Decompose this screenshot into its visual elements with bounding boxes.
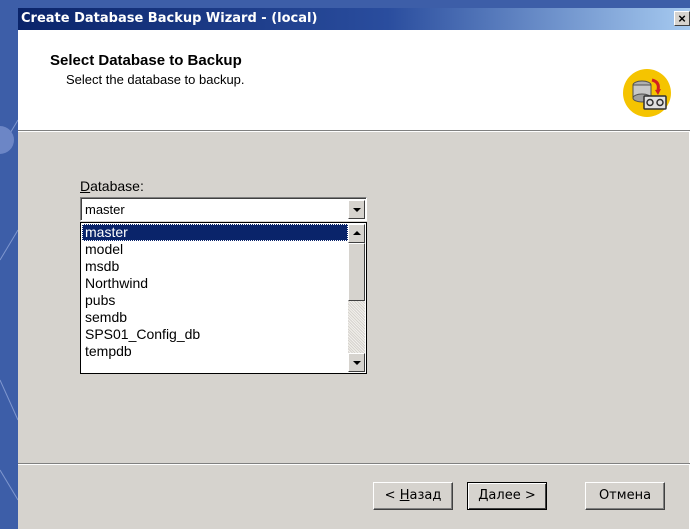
back-button[interactable]: < Назад [373,482,453,510]
scroll-thumb[interactable] [348,243,365,301]
back-button-prefix: < [384,488,400,503]
page-title: Select Database to Backup [50,52,242,69]
dropdown-option[interactable]: pubs [82,292,348,309]
next-button[interactable]: Далее > [467,482,547,510]
database-combobox[interactable]: master [80,197,367,221]
combobox-dropdown-button[interactable] [348,200,365,219]
scroll-up-button[interactable] [348,224,365,243]
next-button-accel: Д [478,488,489,503]
chevron-down-icon [353,208,361,212]
dropdown-option[interactable]: master [82,224,348,241]
wizard-header: Select Database to Backup Select the dat… [18,30,690,131]
database-combobox-value: master [85,202,125,217]
database-label-rest: atabase: [90,178,144,194]
database-dropdown-list[interactable]: master model msdb Northwind pubs semdb SPS01_C… [80,222,367,374]
scroll-down-button[interactable] [348,353,365,372]
close-icon: × [678,11,686,26]
wizard-window: Create Database Backup Wizard - (local) … [18,8,690,529]
dropdown-option[interactable]: semdb [82,309,348,326]
dropdown-option[interactable]: tempdb [82,343,348,360]
dropdown-scrollbar[interactable] [348,224,365,372]
dropdown-option[interactable]: model [82,241,348,258]
title-bar[interactable]: Create Database Backup Wizard - (local) … [18,8,690,30]
chevron-down-icon [353,361,361,365]
dropdown-option[interactable]: Northwind [82,275,348,292]
page-subtitle: Select the database to backup. [66,72,245,87]
database-backup-icon [623,69,671,117]
back-button-rest: азад [409,488,442,503]
next-button-rest: алее > [488,488,536,503]
dropdown-option[interactable]: msdb [82,258,348,275]
window-title: Create Database Backup Wizard - (local) [21,11,318,26]
header-divider [18,131,690,132]
database-label: Database: [80,178,144,194]
close-button[interactable]: × [674,11,690,26]
cancel-button[interactable]: Отмена [585,482,665,510]
chevron-up-icon [353,231,361,235]
dropdown-option[interactable]: SPS01_Config_db [82,326,348,343]
database-label-accel: D [80,178,91,194]
dropdown-items: master model msdb Northwind pubs semdb SPS01_C… [82,224,348,360]
footer-divider-highlight [18,464,690,465]
